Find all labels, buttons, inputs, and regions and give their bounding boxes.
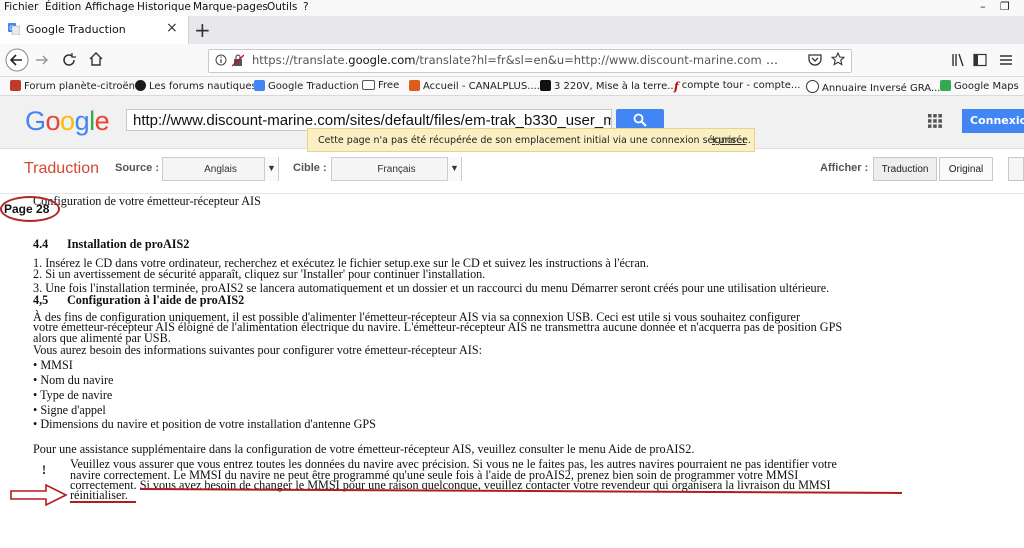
restore-icon[interactable]: ❐ xyxy=(1000,0,1010,16)
source-language-select[interactable]: Anglais ▼ xyxy=(162,157,279,181)
info-icon[interactable] xyxy=(215,53,227,67)
source-language-value: Anglais xyxy=(204,164,237,175)
menu-fichier[interactable]: Fichier xyxy=(4,1,38,13)
bookmark-item[interactable]: Free xyxy=(362,80,399,91)
minimize-icon[interactable]: – xyxy=(980,0,986,16)
annotation-arrow-icon xyxy=(10,484,68,506)
original-view-button[interactable]: Original xyxy=(939,157,993,181)
menu-marque-pages[interactable]: Marque-pages xyxy=(193,1,268,13)
more-options-button[interactable] xyxy=(1008,157,1024,181)
svg-text:G: G xyxy=(9,25,14,32)
translation-view-button[interactable]: Traduction xyxy=(873,157,937,181)
bookmark-item[interactable]: Annuaire Inversé GRA... xyxy=(806,80,941,94)
page-number-label: Page 28 xyxy=(4,202,50,216)
bookmark-item[interactable]: Google Traduction xyxy=(254,80,359,92)
globe-icon xyxy=(806,80,819,93)
source-label: Source : xyxy=(115,162,160,174)
folder-icon xyxy=(362,80,375,90)
warning-line: réinitialiser. xyxy=(70,488,128,502)
hamburger-menu-icon[interactable] xyxy=(999,53,1013,67)
menu-historique[interactable]: Historique xyxy=(137,1,191,13)
google-logo[interactable]: Google xyxy=(25,106,110,137)
section-4-5-title: Configuration à l'aide de proAIS2 xyxy=(67,293,245,307)
google-translate-favicon-icon: G xyxy=(8,23,20,35)
apps-grid-icon[interactable] xyxy=(928,114,942,128)
bullet-item: • Dimensions du navire et position de vo… xyxy=(33,417,376,431)
menu-outils[interactable]: Outils xyxy=(267,1,297,13)
chevron-down-icon: ▼ xyxy=(264,157,278,181)
insecure-lock-icon[interactable] xyxy=(232,53,244,67)
home-icon[interactable] xyxy=(88,51,104,67)
menu-bar: Fichier Édition Affichage Historique Mar… xyxy=(0,0,1024,16)
bullet-item: • Type de navire xyxy=(33,388,113,402)
google-maps-favicon-icon xyxy=(940,80,951,91)
address-url: https://translate.google.com/translate?h… xyxy=(252,53,762,67)
reload-icon[interactable] xyxy=(61,52,77,68)
doc-line: Vous aurez besoin des informations suiva… xyxy=(33,343,482,357)
menu-affichage[interactable]: Affichage xyxy=(85,1,134,13)
f-favicon-icon: f xyxy=(674,80,679,93)
warning-exclamation-icon: ! xyxy=(42,463,47,477)
sidebar-icon[interactable] xyxy=(973,53,987,67)
canalplus-favicon-icon xyxy=(409,80,420,91)
bookmark-item[interactable]: Les forums nautiques xyxy=(135,80,257,92)
google-translate-favicon-icon xyxy=(254,80,265,91)
bookmark-item[interactable]: 3 220V, Mise à la terre... xyxy=(540,80,677,92)
video-favicon-icon xyxy=(540,80,551,91)
bookmark-item[interactable]: Accueil - CANALPLUS.... xyxy=(409,80,540,92)
tab-google-traduction[interactable]: G Google Traduction × xyxy=(0,16,189,44)
translate-title: Traduction xyxy=(24,160,99,177)
new-tab-plus-icon[interactable]: + xyxy=(194,18,211,42)
citroen-favicon-icon xyxy=(10,80,21,91)
page-actions-icon[interactable]: … xyxy=(766,53,778,67)
tab-title: Google Traduction xyxy=(26,23,126,36)
forward-button-icon[interactable] xyxy=(34,52,50,68)
library-icon[interactable] xyxy=(951,53,965,67)
forum-favicon-icon xyxy=(135,80,146,91)
bookmark-item[interactable]: Forum planète-citroën xyxy=(10,80,135,92)
security-warning-text: Cette page n'a pas été récupérée de son … xyxy=(318,135,751,146)
bookmark-star-icon[interactable] xyxy=(831,52,845,66)
ignore-link[interactable]: Ignorer xyxy=(712,135,746,146)
doc-header: Configuration de votre émetteur-récepteu… xyxy=(33,194,261,208)
back-button-icon[interactable] xyxy=(4,48,30,72)
menu-help[interactable]: ? xyxy=(303,1,309,13)
section-4-4-number: 4.4 xyxy=(33,237,49,251)
chevron-down-icon: ▼ xyxy=(447,157,461,181)
target-label: Cible : xyxy=(293,162,327,174)
bookmarks-bar: Forum planète-citroën Les forums nautiqu… xyxy=(0,77,1024,96)
show-label: Afficher : xyxy=(820,162,869,174)
bookmark-item[interactable]: Google Maps xyxy=(940,80,1019,92)
annotation-underline xyxy=(70,501,136,503)
search-icon xyxy=(633,113,647,127)
doc-line: 2. Si un avertissement de sécurité appar… xyxy=(33,267,486,281)
close-tab-icon[interactable]: × xyxy=(166,20,178,36)
target-language-value: Français xyxy=(377,164,416,175)
bullet-item: • MMSI xyxy=(33,358,73,372)
menu-edition[interactable]: Édition xyxy=(45,1,81,13)
target-language-select[interactable]: Français ▼ xyxy=(331,157,462,181)
bullet-item: • Signe d'appel xyxy=(33,403,106,417)
section-4-4-title: Installation de proAIS2 xyxy=(67,237,190,251)
security-warning: Cette page n'a pas été récupérée de son … xyxy=(307,128,755,152)
bullet-item: • Nom du navire xyxy=(33,373,114,387)
assistance-line: Pour une assistance supplémentaire dans … xyxy=(33,442,695,456)
sign-in-button[interactable]: Connexion xyxy=(962,109,1024,133)
section-4-5-number: 4,5 xyxy=(33,293,49,307)
bookmark-item[interactable]: f compte tour - compte... xyxy=(674,80,800,93)
pocket-icon[interactable] xyxy=(808,53,822,67)
